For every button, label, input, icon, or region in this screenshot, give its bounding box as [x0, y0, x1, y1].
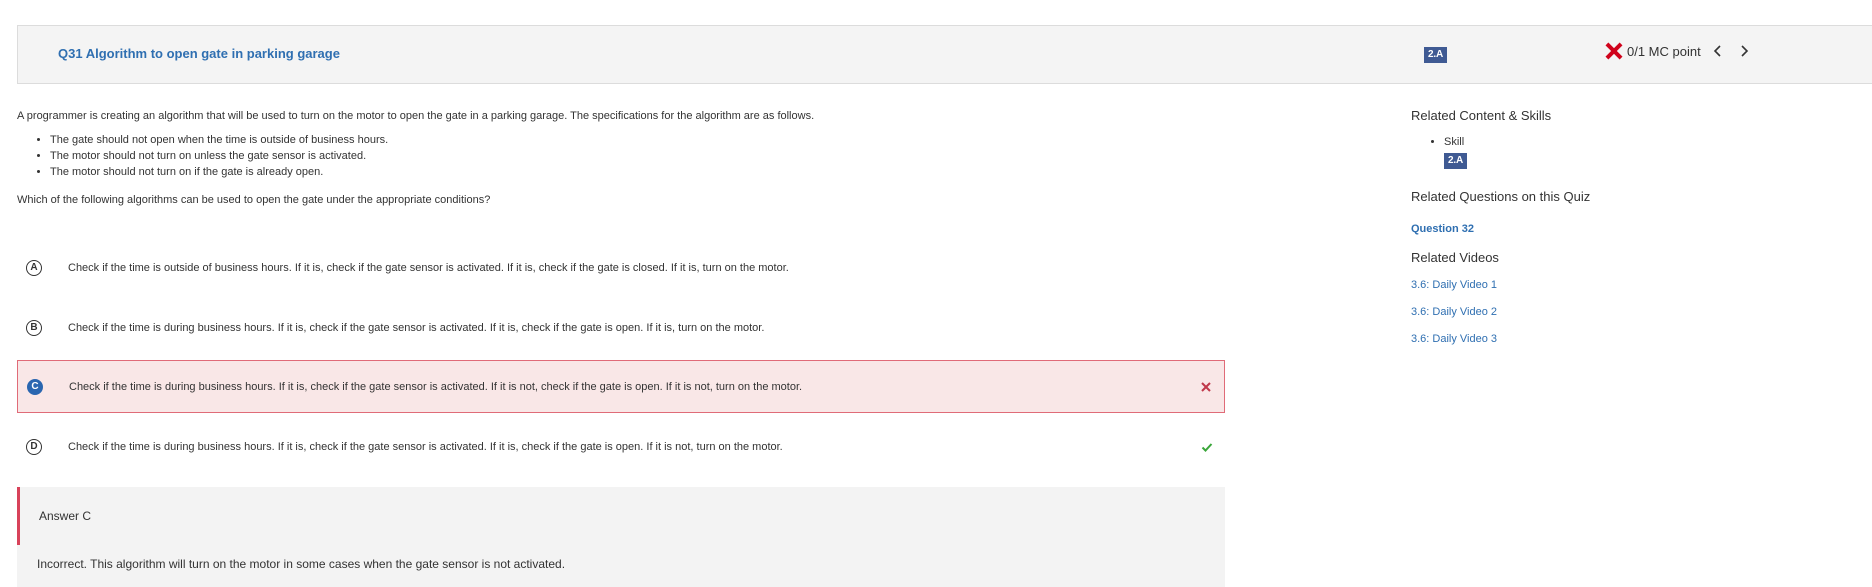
choice-d[interactable]: D Check if the time is during business h… — [17, 420, 1225, 473]
question-title-link[interactable]: Q31 Algorithm to open gate in parking ga… — [58, 46, 340, 61]
video-link[interactable]: 3.6: Daily Video 1 — [1411, 279, 1497, 291]
choice-c[interactable]: C Check if the time is during business h… — [17, 360, 1225, 413]
skill-label: Skill — [1444, 136, 1465, 148]
related-videos-section: Related Videos — [1411, 250, 1499, 265]
question-stem: A programmer is creating an algorithm th… — [17, 110, 815, 122]
score-text: 0/1 MC point — [1627, 43, 1701, 59]
answer-explanation-panel: Answer C Incorrect. This algorithm will … — [17, 487, 1225, 587]
video-link[interactable]: 3.6: Daily Video 3 — [1411, 333, 1497, 345]
skill-section: Skill 2.A — [1411, 136, 1467, 169]
related-videos-heading: Related Videos — [1411, 250, 1499, 265]
video-link-wrap: 3.6: Daily Video 3 — [1411, 333, 1497, 345]
video-link[interactable]: 3.6: Daily Video 2 — [1411, 306, 1497, 318]
video-link-wrap: 3.6: Daily Video 1 — [1411, 279, 1497, 291]
x-icon — [1605, 42, 1623, 60]
skill-badge: 2.A — [1444, 153, 1467, 169]
answer-indicator-bar — [17, 487, 20, 545]
choice-letter: C — [27, 378, 43, 395]
choice-letter: B — [26, 319, 42, 336]
related-questions-section: Related Questions on this Quiz — [1411, 189, 1590, 204]
specification-list: The gate should not open when the time i… — [17, 132, 1217, 180]
choice-text: Check if the time is outside of business… — [68, 261, 789, 274]
choice-text: Check if the time is during business hou… — [69, 380, 803, 393]
video-link-wrap: 3.6: Daily Video 2 — [1411, 306, 1497, 318]
choice-text: Check if the time is during business hou… — [68, 440, 783, 453]
skill-badge: 2.A — [1424, 47, 1447, 63]
question-prompt: Which of the following algorithms can be… — [17, 194, 491, 206]
choice-letter: D — [26, 438, 42, 455]
close-icon — [1201, 381, 1211, 392]
spec-item: The gate should not open when the time i… — [50, 132, 1217, 148]
choice-a[interactable]: A Check if the time is outside of busine… — [17, 241, 1225, 294]
related-content-section: Related Content & Skills — [1411, 108, 1551, 123]
check-icon — [1201, 442, 1213, 452]
score-area: 0/1 MC point — [1605, 42, 1753, 60]
related-question-link[interactable]: Question 32 — [1411, 223, 1474, 235]
answer-explanation: Incorrect. This algorithm will turn on t… — [37, 557, 566, 571]
chevron-right-icon — [1741, 45, 1748, 57]
related-content-heading: Related Content & Skills — [1411, 108, 1552, 123]
question-header: Q31 Algorithm to open gate in parking ga… — [17, 25, 1872, 84]
choice-letter: A — [26, 259, 42, 276]
previous-question-button[interactable] — [1709, 42, 1727, 60]
skill-item: Skill 2.A — [1444, 136, 1467, 169]
chevron-left-icon — [1713, 45, 1721, 57]
next-question-button[interactable] — [1735, 42, 1753, 60]
related-questions-heading: Related Questions on this Quiz — [1411, 189, 1591, 204]
choice-text: Check if the time is during business hou… — [68, 321, 765, 334]
question-body: A programmer is creating an algorithm th… — [17, 110, 1217, 206]
answer-label: Answer C — [39, 509, 92, 523]
related-question-link-wrap: Question 32 — [1411, 223, 1474, 235]
skill-list: Skill 2.A — [1411, 136, 1467, 169]
spec-item: The motor should not turn on unless the … — [50, 148, 1217, 164]
choice-b[interactable]: B Check if the time is during business h… — [17, 301, 1225, 354]
spec-item: The motor should not turn on if the gate… — [50, 164, 1217, 180]
